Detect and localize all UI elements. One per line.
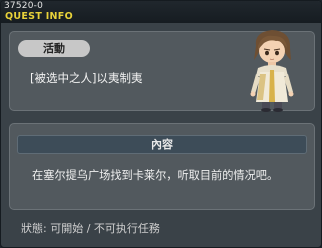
quest-description: 在塞尔提乌广场找到卡莱尔，听取目前的情况吧。 [32,169,279,182]
npc-portrait [250,30,294,112]
quest-name: [被选中之人]以夷制夷 [30,71,143,85]
content-panel: 內容 在塞尔提乌广场找到卡莱尔，听取目前的情况吧。 [9,123,315,210]
quest-status: 狀態: 可開始 / 不可执行任務 [21,222,160,235]
title-bar[interactable]: 37520-0 QUEST INFO [1,1,321,23]
quest-info-window: 37520-0 QUEST INFO 活動 [被选中之人]以夷制夷 內容 在塞尔… [0,0,322,248]
window-title: QUEST INFO [5,11,73,22]
content-header: 內容 [17,135,307,154]
activity-panel: 活動 [被选中之人]以夷制夷 [9,30,315,112]
activity-badge: 活動 [18,40,90,57]
